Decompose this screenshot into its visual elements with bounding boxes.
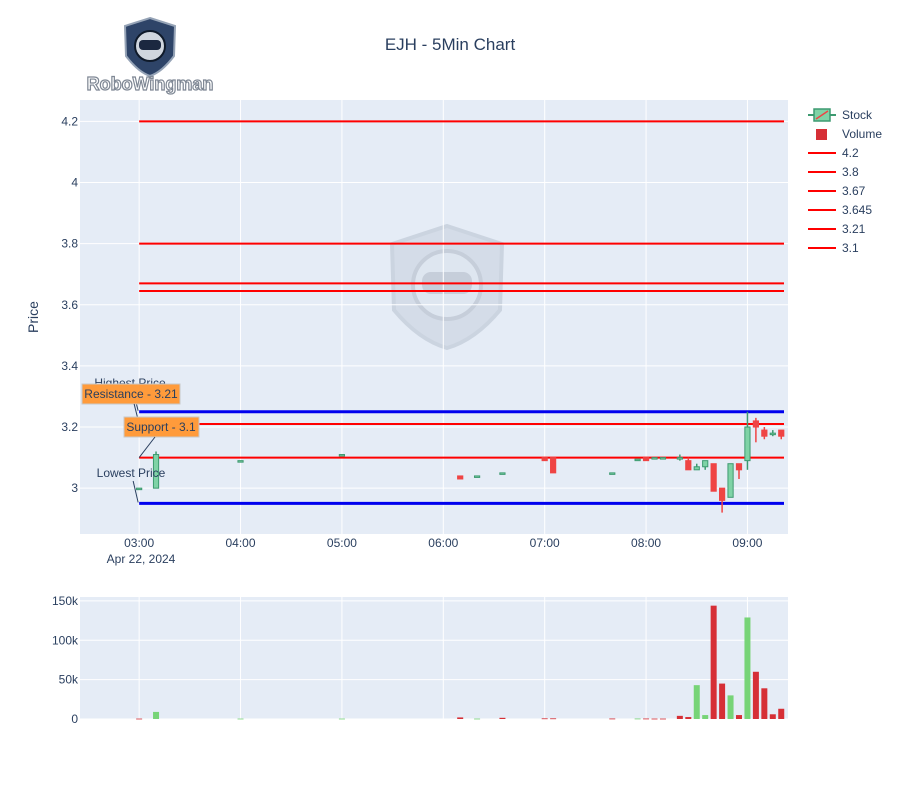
legend-label: Stock: [842, 108, 873, 122]
volume-bar: [153, 711, 160, 719]
volume-bar: [457, 717, 464, 719]
volume-bar: [778, 708, 785, 719]
volume-y-tick: 50k: [59, 673, 79, 687]
candle: [499, 472, 506, 475]
volume-bar: [727, 695, 734, 719]
volume-bar: [693, 685, 700, 719]
legend-item[interactable]: 3.645: [808, 203, 872, 217]
legend-label: 3.67: [842, 184, 866, 198]
price-y-tick: 3.6: [61, 298, 78, 312]
price-y-ticks: 3 3.2 3.4 3.6 3.8 4 4.2: [61, 114, 78, 495]
logo-visor-icon: [139, 40, 161, 50]
candle: [609, 472, 616, 475]
volume-bar: [643, 718, 650, 720]
price-y-tick: 3.2: [61, 420, 78, 434]
volume-bar: [752, 671, 759, 719]
volume-bar: [761, 688, 768, 719]
candle: [710, 463, 717, 492]
candle: [237, 460, 244, 463]
volume-bar: [474, 718, 481, 720]
price-y-tick: 3: [71, 481, 78, 495]
x-tick: 06:00: [428, 536, 458, 550]
legend-label: 3.645: [842, 203, 872, 217]
y-axis-label: Price: [25, 301, 41, 333]
legend-item[interactable]: 3.1: [808, 241, 859, 255]
volume-bar: [634, 718, 641, 720]
x-tick: 03:00: [124, 536, 154, 550]
legend: Stock Volume 4.2 3.8 3.67 3.645 3.21 3.1: [808, 108, 882, 255]
logo: RoboWingman: [86, 16, 214, 95]
volume-bar: [702, 715, 709, 719]
legend-item[interactable]: Volume: [816, 127, 882, 141]
legend-label: 3.8: [842, 165, 859, 179]
price-y-tick: 4.2: [61, 114, 78, 128]
candle: [727, 463, 734, 498]
volume-y-ticks: 0 50k 100k 150k: [52, 594, 79, 726]
logo-text: RoboWingman: [87, 74, 214, 94]
candle: [457, 475, 464, 480]
legend-label: 3.1: [842, 241, 859, 255]
annotation-resistance: Resistance - 3.21: [84, 387, 178, 401]
legend-item[interactable]: Stock: [808, 108, 873, 122]
volume-y-tick: 150k: [52, 594, 79, 608]
price-y-tick: 4: [71, 176, 78, 190]
candle: [550, 457, 557, 474]
volume-bar: [744, 617, 751, 719]
volume-bar: [685, 717, 692, 719]
legend-label: 3.21: [842, 222, 866, 236]
candle: [642, 457, 650, 462]
legend-item[interactable]: 3.67: [808, 184, 866, 198]
price-y-tick: 3.4: [61, 359, 78, 373]
volume-bar: [651, 718, 658, 720]
volume-bar: [719, 683, 726, 719]
volume-bar: [550, 718, 557, 720]
volume-bar: [136, 718, 143, 720]
volume-bar: [676, 715, 683, 719]
candle: [634, 458, 641, 462]
x-tick: 07:00: [530, 536, 560, 550]
x-ticks: 03:00 04:00 05:00 06:00 07:00 08:00 09:00: [124, 536, 763, 550]
candle: [136, 487, 143, 491]
volume-bar: [237, 718, 244, 720]
legend-item[interactable]: 3.8: [808, 165, 859, 179]
volume-plot-area: [80, 597, 788, 719]
price-y-tick: 3.8: [61, 237, 78, 251]
legend-label: Volume: [842, 127, 882, 141]
candle: [541, 457, 548, 462]
volume-bar: [541, 718, 548, 720]
candle: [651, 457, 658, 460]
x-date-label: Apr 22, 2024: [107, 552, 176, 566]
x-tick: 04:00: [226, 536, 256, 550]
volume-bar: [769, 714, 776, 719]
volume-bar: [659, 718, 666, 720]
volume-bar: [499, 717, 506, 719]
volume-y-tick: 0: [71, 712, 78, 726]
volume-bar: [710, 605, 717, 719]
volume-bar: [338, 718, 345, 720]
legend-label: 4.2: [842, 146, 859, 160]
chart-title: EJH - 5Min Chart: [385, 35, 516, 54]
volume-y-tick: 100k: [52, 633, 79, 647]
x-tick: 08:00: [631, 536, 661, 550]
annotation-lowest-price: Lowest Price: [97, 466, 166, 480]
candle: [473, 475, 481, 478]
volume-bar: [735, 715, 742, 719]
x-tick: 09:00: [732, 536, 762, 550]
candle: [338, 454, 346, 457]
candle: [659, 457, 667, 460]
legend-item[interactable]: 3.21: [808, 222, 866, 236]
legend-item[interactable]: 4.2: [808, 146, 859, 160]
annotation-support: Support - 3.1: [126, 420, 196, 434]
x-tick: 05:00: [327, 536, 357, 550]
volume-bar: [609, 718, 616, 720]
chart-canvas: EJH - 5Min Chart RoboWingman Highest Pri…: [25, 16, 882, 726]
